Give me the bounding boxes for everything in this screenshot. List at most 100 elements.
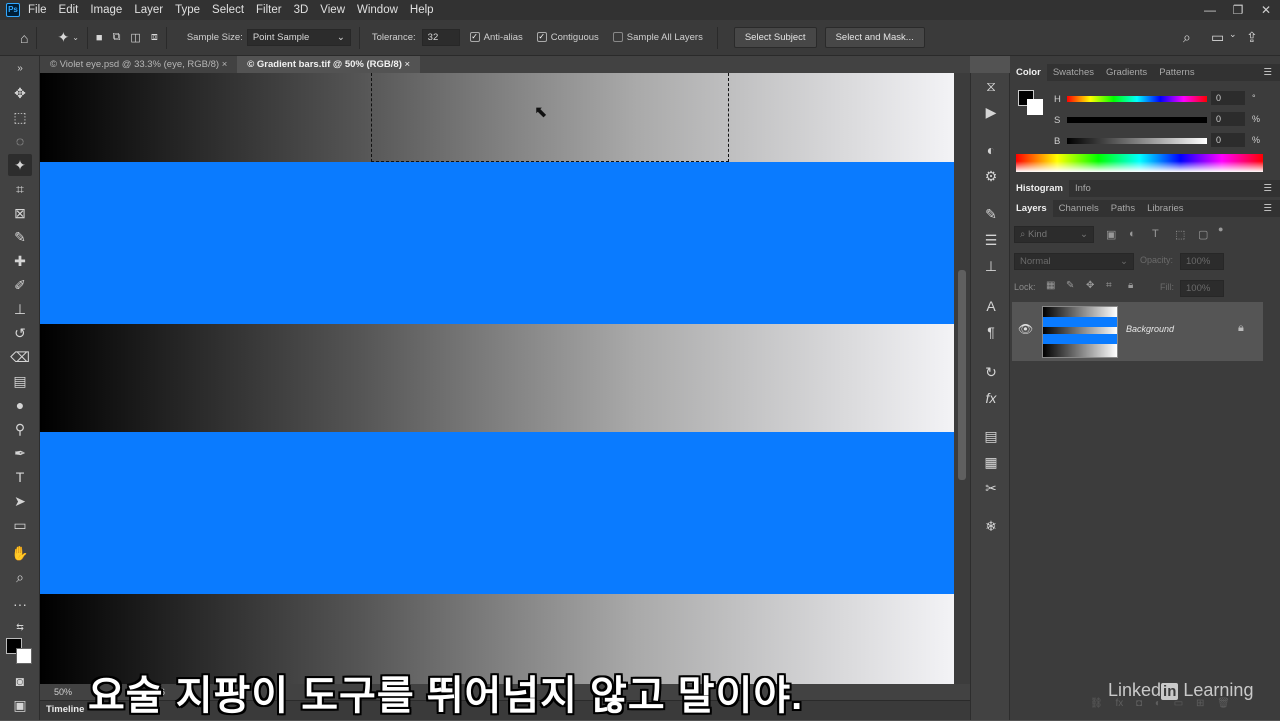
blend-mode-select[interactable]: Normal ⌄ xyxy=(1014,253,1134,270)
hue-value[interactable]: 0 xyxy=(1211,91,1245,105)
lock-transparent-icon[interactable]: ▦ xyxy=(1046,280,1055,291)
tolerance-input[interactable]: 32 xyxy=(421,29,460,46)
chevron-down-icon[interactable]: ⌄ xyxy=(1229,29,1237,40)
opacity-input[interactable]: 100% xyxy=(1180,253,1224,270)
tab-info[interactable]: Info xyxy=(1069,180,1097,197)
properties-icon[interactable]: ☰ xyxy=(979,229,1003,251)
shape-layer-filter-icon[interactable]: ⬚ xyxy=(1175,228,1185,241)
tab-patterns[interactable]: Patterns xyxy=(1153,64,1200,81)
filter-toggle-icon[interactable]: ● xyxy=(1218,224,1223,234)
saturation-slider[interactable]: S 0 % xyxy=(1010,112,1280,132)
eye-visibility-icon[interactable]: 👁︎ xyxy=(1018,322,1033,336)
brush-tool-icon[interactable]: ✐ xyxy=(8,274,32,296)
dodge-tool-icon[interactable]: ⚲ xyxy=(8,418,32,440)
lasso-tool-icon[interactable]: ◌ xyxy=(8,130,32,152)
anti-alias-checkbox[interactable]: ✓ Anti-alias xyxy=(469,32,523,43)
adjustment-layer-filter-icon[interactable]: ◐ xyxy=(1129,228,1136,240)
adjustments-icon[interactable]: ◐ xyxy=(979,139,1003,161)
tab-channels[interactable]: Channels xyxy=(1053,200,1105,217)
select-subject-button[interactable]: Select Subject xyxy=(733,27,817,48)
tools-icon[interactable]: ✂ xyxy=(979,477,1003,499)
type-layer-filter-icon[interactable]: T xyxy=(1152,228,1159,240)
lock-image-icon[interactable]: ✎ xyxy=(1066,280,1074,291)
crop-tool-icon[interactable]: ⌗ xyxy=(8,178,32,200)
tab-color[interactable]: Color xyxy=(1010,64,1047,81)
3d-icon[interactable]: ❄ xyxy=(979,515,1003,537)
history-icon[interactable]: ⧖ xyxy=(979,75,1003,97)
saturation-value[interactable]: 0 xyxy=(1211,112,1245,126)
type-tool-icon[interactable]: T xyxy=(8,466,32,488)
restore-button[interactable]: ❐ xyxy=(1224,0,1252,20)
hue-slider[interactable]: H 0 ° xyxy=(1010,91,1280,111)
close-button[interactable]: ✕ xyxy=(1252,0,1280,20)
menu-file[interactable]: File xyxy=(28,4,47,16)
tab-libraries[interactable]: Libraries xyxy=(1141,200,1189,217)
path-selection-tool-icon[interactable]: ➤ xyxy=(8,490,32,512)
lock-all-icon[interactable]: 🔒︎ xyxy=(1128,280,1133,291)
document-canvas[interactable]: ⬉ xyxy=(40,73,954,684)
menu-layer[interactable]: Layer xyxy=(134,4,163,16)
history-brush-tool-icon[interactable]: ↺ xyxy=(8,322,32,344)
clone-source-icon[interactable]: ⊥ xyxy=(979,255,1003,277)
scrollbar-thumb[interactable] xyxy=(958,270,966,480)
tab-swatches[interactable]: Swatches xyxy=(1047,64,1100,81)
close-icon[interactable]: × xyxy=(405,59,411,70)
more-tools-icon[interactable]: ··· xyxy=(8,593,32,615)
link-layers-icon[interactable]: ⛓ xyxy=(1090,698,1103,709)
tab-histogram[interactable]: Histogram xyxy=(1010,180,1069,197)
smart-object-filter-icon[interactable]: ▢ xyxy=(1198,228,1208,241)
menu-edit[interactable]: Edit xyxy=(59,4,79,16)
fill-input[interactable]: 100% xyxy=(1180,280,1224,297)
menu-select[interactable]: Select xyxy=(212,4,244,16)
saturation-track[interactable] xyxy=(1067,117,1207,123)
hand-tool-icon[interactable]: ✋ xyxy=(8,542,32,564)
chevron-down-icon[interactable]: ⌄ xyxy=(72,33,79,42)
pixel-layer-filter-icon[interactable]: ▣ xyxy=(1106,228,1116,241)
background-color-swatch[interactable] xyxy=(16,648,32,664)
blur-tool-icon[interactable]: ● xyxy=(8,394,32,416)
tab-violet-eye[interactable]: © Violet eye.psd @ 33.3% (eye, RGB/8) × xyxy=(40,56,237,73)
magic-wand-tool-preset-icon[interactable]: ✦ xyxy=(57,29,69,46)
workspace-icon[interactable]: ▭ xyxy=(1211,29,1224,46)
menu-view[interactable]: View xyxy=(320,4,345,16)
search-icon[interactable]: ⌕ xyxy=(1183,29,1191,46)
menu-window[interactable]: Window xyxy=(357,4,398,16)
menu-image[interactable]: Image xyxy=(90,4,122,16)
tab-layers[interactable]: Layers xyxy=(1010,200,1053,217)
color-spectrum-ramp[interactable] xyxy=(1016,154,1263,172)
fx-icon[interactable]: fx xyxy=(979,387,1003,409)
tab-gradients[interactable]: Gradients xyxy=(1100,64,1153,81)
layer-name[interactable]: Background xyxy=(1126,324,1174,334)
share-icon[interactable]: ⇪ xyxy=(1246,29,1258,46)
navigator-icon[interactable]: ▤ xyxy=(979,425,1003,447)
swap-colors-icon[interactable]: ⇆ xyxy=(8,616,32,638)
brightness-slider[interactable]: B 0 % xyxy=(1010,133,1280,153)
zoom-level[interactable]: 50% xyxy=(54,687,72,697)
home-icon[interactable]: ⌂ xyxy=(20,30,28,46)
screen-mode-icon[interactable]: ▣ xyxy=(8,694,32,716)
paragraph-icon[interactable]: ¶ xyxy=(979,321,1003,343)
zoom-tool-icon[interactable]: ⌕ xyxy=(8,566,32,588)
add-to-selection-icon[interactable]: ⧉ xyxy=(113,31,121,44)
layer-filter-kind-select[interactable]: ⌕ Kind ⌄ xyxy=(1014,226,1094,243)
minimize-button[interactable]: — xyxy=(1196,0,1224,20)
history-states-icon[interactable]: ↻ xyxy=(979,361,1003,383)
eraser-tool-icon[interactable]: ⌫ xyxy=(8,346,32,368)
hue-track[interactable] xyxy=(1067,96,1207,102)
pen-tool-icon[interactable]: ✒ xyxy=(8,442,32,464)
menu-help[interactable]: Help xyxy=(410,4,434,16)
menu-3d[interactable]: 3D xyxy=(294,4,309,16)
quick-mask-icon[interactable]: ◙ xyxy=(8,670,32,692)
panel-menu-icon[interactable]: ☰ xyxy=(1263,64,1272,81)
healing-brush-tool-icon[interactable]: ✚ xyxy=(8,250,32,272)
styles-icon[interactable]: ⚙ xyxy=(979,165,1003,187)
rectangular-marquee-tool-icon[interactable]: ⬚ xyxy=(8,106,32,128)
tab-paths[interactable]: Paths xyxy=(1105,200,1141,217)
subtract-from-selection-icon[interactable]: ◫ xyxy=(130,31,140,44)
actions-play-icon[interactable]: ▶ xyxy=(979,101,1003,123)
panel-menu-icon[interactable]: ☰ xyxy=(1263,200,1272,217)
collapse-icon[interactable]: » xyxy=(8,58,32,80)
close-icon[interactable]: × xyxy=(222,59,228,70)
notes-icon[interactable]: ▦ xyxy=(979,451,1003,473)
panel-menu-icon[interactable]: ☰ xyxy=(1263,180,1272,197)
